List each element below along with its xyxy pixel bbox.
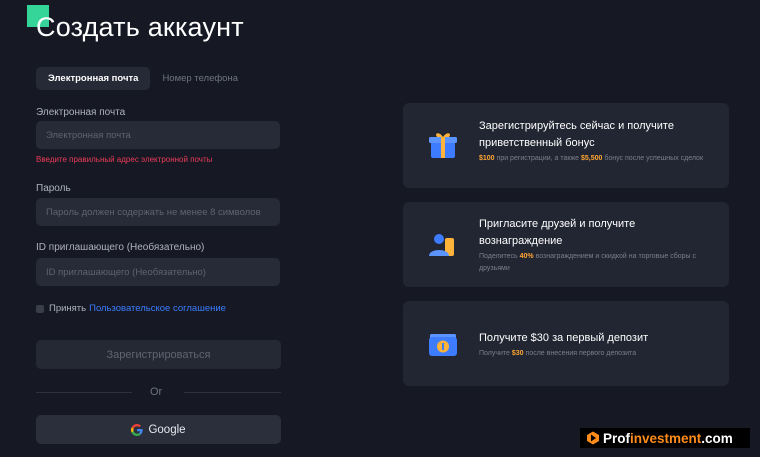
- promo-desc-deposit: Получите $30 после внесения первого депо…: [479, 350, 637, 357]
- google-icon: [131, 423, 144, 436]
- email-label: Электронная почта: [36, 107, 126, 118]
- gift-icon: [429, 133, 457, 158]
- promo-title-welcome: Зарегистрируйтесь сейчас и получите прив…: [479, 120, 674, 149]
- google-signin-button[interactable]: Google: [36, 415, 281, 444]
- register-button[interactable]: Зарегистрироваться: [36, 340, 281, 369]
- promo-desc-welcome: $100 при регистрации, а также $5,500 бон…: [479, 155, 704, 162]
- agreement-text: Принять: [49, 303, 87, 314]
- promo-title-referral: Пригласите друзей и получите вознагражде…: [479, 218, 636, 247]
- divider-right: [184, 392, 281, 393]
- page-title: Создать аккаунт: [36, 12, 244, 42]
- or-separator: Or: [150, 386, 163, 398]
- promo-desc-referral: Поделитесь 40% вознаграждением и скидкой…: [479, 253, 697, 272]
- google-button-label: Google: [148, 423, 186, 436]
- promo-card-first-deposit: Получите $30 за первый депозит Получите …: [403, 301, 729, 386]
- email-input[interactable]: [36, 121, 280, 149]
- wallet-icon: [429, 334, 457, 356]
- password-label: Пароль: [36, 183, 71, 194]
- promo-card-referral: Пригласите друзей и получите вознагражде…: [403, 202, 729, 287]
- signup-page: Создать аккаунт Электронная почта Номер …: [0, 0, 760, 457]
- email-error-message: Введите правильный адрес электронной поч…: [36, 155, 213, 164]
- tab-phone[interactable]: Номер телефона: [150, 67, 250, 90]
- password-input[interactable]: [36, 198, 280, 226]
- signup-method-tabs: Электронная почта Номер телефона: [36, 67, 250, 90]
- watermark-text: Profinvestment.com: [603, 430, 733, 446]
- watermark-badge: Profinvestment.com: [580, 428, 750, 448]
- agreement-checkbox[interactable]: [36, 304, 44, 313]
- agreement-row: Принять Пользовательское соглашение: [36, 303, 226, 314]
- promo-card-welcome-bonus: Зарегистрируйтесь сейчас и получите прив…: [403, 103, 729, 188]
- users-icon: [429, 234, 454, 256]
- referral-input[interactable]: [36, 258, 280, 286]
- register-button-label: Зарегистрироваться: [106, 348, 211, 361]
- divider-left: [36, 392, 132, 393]
- tab-email[interactable]: Электронная почта: [36, 67, 151, 90]
- referral-label: ID приглашающего (Необязательно): [36, 242, 205, 253]
- promo-title-deposit: Получите $30 за первый депозит: [479, 332, 649, 344]
- watermark-logo-icon: [587, 431, 599, 445]
- user-agreement-link[interactable]: Пользовательское соглашение: [89, 303, 226, 314]
